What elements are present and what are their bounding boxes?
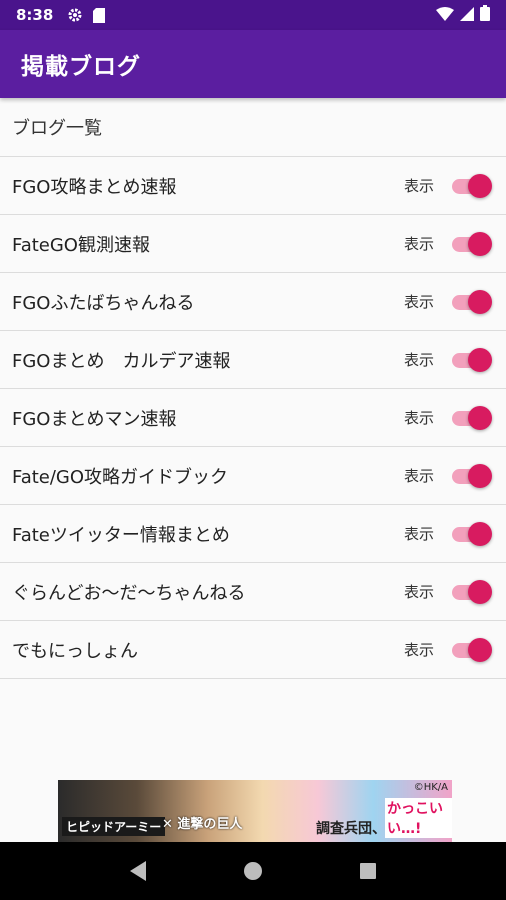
toggle-label: 表示: [404, 293, 435, 311]
recents-icon[interactable]: [348, 851, 388, 891]
toggle-label: 表示: [404, 525, 435, 543]
home-icon[interactable]: [233, 851, 273, 891]
list-item: FateGO観測速報 表示: [0, 215, 506, 273]
display-toggle[interactable]: [452, 231, 492, 256]
banner-text: 調査兵団、: [316, 821, 386, 837]
display-toggle[interactable]: [452, 289, 492, 314]
wifi-icon: [436, 6, 454, 25]
toggle-label: 表示: [404, 467, 435, 485]
banner-copyright: ©HK/A: [413, 782, 448, 793]
nav-bar: [0, 842, 506, 900]
status-time: 8:38: [16, 6, 54, 24]
display-toggle[interactable]: [452, 173, 492, 198]
battery-icon: [480, 5, 490, 25]
gear-icon: [67, 7, 83, 23]
list-header: ブログ一覧: [0, 98, 506, 157]
list-item: FGO攻略まとめ速報 表示: [0, 157, 506, 215]
toggle-label: 表示: [404, 409, 435, 427]
list-item: Fate/GO攻略ガイドブック 表示: [0, 447, 506, 505]
toggle-label: 表示: [404, 583, 435, 601]
sd-card-icon: [93, 7, 106, 23]
banner-text: かっこいい…!: [385, 798, 452, 838]
banner-text: ✕ 進撃の巨人: [162, 817, 243, 832]
list-item: FGOまとめ カルデア速報 表示: [0, 331, 506, 389]
display-toggle[interactable]: [452, 405, 492, 430]
list-item: でもにっしょん 表示: [0, 621, 506, 679]
list-item: FGOふたばちゃんねる 表示: [0, 273, 506, 331]
app-bar: 掲載ブログ: [0, 30, 506, 98]
display-toggle[interactable]: [452, 463, 492, 488]
display-toggle[interactable]: [452, 637, 492, 662]
display-toggle[interactable]: [452, 347, 492, 372]
toggle-label: 表示: [404, 351, 435, 369]
back-icon[interactable]: [118, 851, 158, 891]
list-item: ぐらんどお〜だ〜ちゃんねる 表示: [0, 563, 506, 621]
toggle-label: 表示: [404, 641, 435, 659]
display-toggle[interactable]: [452, 579, 492, 604]
toggle-label: 表示: [404, 235, 435, 253]
list-item: Fateツイッター情報まとめ 表示: [0, 505, 506, 563]
page-title: 掲載ブログ: [21, 54, 141, 80]
toggle-label: 表示: [404, 177, 435, 195]
list-item: FGOまとめマン速報 表示: [0, 389, 506, 447]
ad-banner[interactable]: ヒピッドアーミー ✕ 進撃の巨人 調査兵団、 かっこいい…! ©HK/A: [58, 780, 452, 842]
display-toggle[interactable]: [452, 521, 492, 546]
status-bar: 8:38: [0, 0, 506, 30]
signal-icon: [460, 6, 474, 25]
banner-text: ヒピッドアーミー: [62, 817, 166, 836]
blog-list: ブログ一覧 FGO攻略まとめ速報 表示 FateGO観測速報 表示 FGOふたば…: [0, 98, 506, 679]
